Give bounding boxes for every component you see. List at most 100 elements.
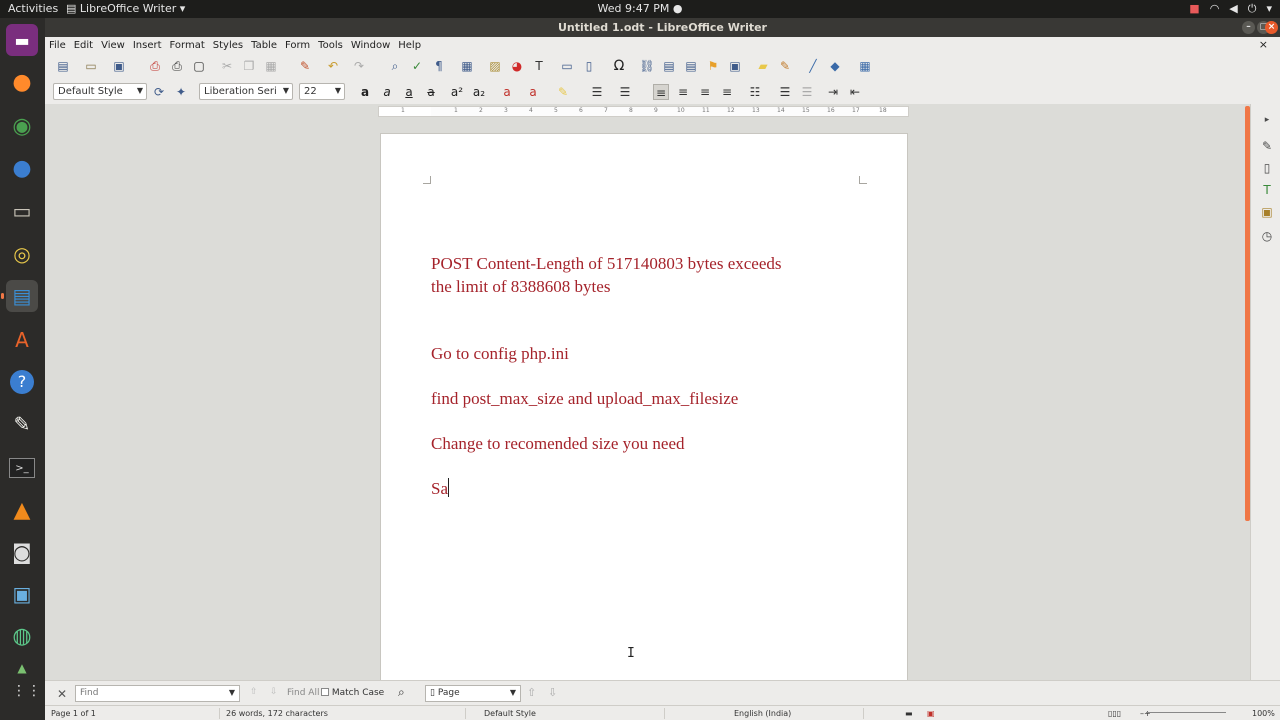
paste-icon[interactable]: ▦ bbox=[263, 58, 279, 74]
close-icon[interactable]: ✕ bbox=[57, 687, 67, 701]
decrease-indent-icon[interactable]: ⇤ bbox=[847, 84, 863, 100]
align-right-icon[interactable]: ≡ bbox=[697, 84, 713, 100]
window-title-bar[interactable]: Untitled 1.odt - LibreOffice Writer – ▢ … bbox=[45, 18, 1280, 37]
zoom-level[interactable]: 100% bbox=[1252, 709, 1275, 718]
dock-android-studio[interactable]: ◍ bbox=[6, 620, 38, 652]
save-icon[interactable]: ▣ bbox=[111, 58, 127, 74]
print-icon[interactable]: ⎙ bbox=[169, 58, 185, 74]
doc-paragraph[interactable]: Go to config php.ini bbox=[431, 342, 569, 365]
justify-icon[interactable]: ≡ bbox=[719, 84, 735, 100]
insert-cross-reference-icon[interactable]: ▣ bbox=[727, 58, 743, 74]
line-spacing-icon[interactable]: ☷ bbox=[747, 84, 763, 100]
find-next-icon[interactable]: ⇩ bbox=[270, 687, 278, 697]
insert-endnote-icon[interactable]: ▤ bbox=[683, 58, 699, 74]
font-size-select[interactable]: 22 ▼ bbox=[299, 83, 345, 100]
dock-terminal[interactable]: >_ bbox=[6, 452, 38, 484]
align-center-icon[interactable]: ≡ bbox=[675, 84, 691, 100]
insert-line-icon[interactable]: ╱ bbox=[805, 58, 821, 74]
doc-paragraph[interactable]: Sa bbox=[431, 477, 449, 500]
find-all-button[interactable]: Find All bbox=[287, 688, 319, 698]
page-icon[interactable]: ▯ bbox=[1259, 160, 1275, 176]
find-replace-icon[interactable]: ⌕ bbox=[387, 58, 403, 74]
menu-edit[interactable]: Edit bbox=[70, 40, 97, 51]
clone-formatting-icon[interactable]: ✎ bbox=[297, 58, 313, 74]
insert-chart-icon[interactable]: ◕ bbox=[509, 58, 525, 74]
search-scope-select[interactable]: ▯ Page ▼ bbox=[425, 685, 521, 702]
superscript-icon[interactable]: a² bbox=[449, 84, 465, 100]
word-count-status[interactable]: 26 words, 172 characters bbox=[226, 709, 328, 718]
spelling-icon[interactable]: ✓ bbox=[409, 58, 425, 74]
insert-table-icon[interactable]: ▦ bbox=[459, 58, 475, 74]
language-status[interactable]: English (India) bbox=[734, 709, 791, 718]
print-preview-icon[interactable]: ▢ bbox=[191, 58, 207, 74]
menu-file[interactable]: File bbox=[45, 40, 70, 51]
gallery-icon[interactable]: ▣ bbox=[1259, 204, 1275, 220]
doc-paragraph[interactable]: find post_max_size and upload_max_filesi… bbox=[431, 387, 738, 410]
doc-paragraph[interactable]: Change to recomended size you need bbox=[431, 432, 685, 455]
close-button[interactable]: × bbox=[1265, 21, 1278, 34]
match-case-checkbox[interactable]: Match Case bbox=[321, 688, 384, 698]
formatting-marks-icon[interactable]: ¶ bbox=[431, 58, 447, 74]
minimize-button[interactable]: – bbox=[1242, 21, 1255, 34]
properties-icon[interactable]: ✎ bbox=[1259, 138, 1275, 154]
strikethrough-icon[interactable]: a bbox=[423, 84, 439, 100]
undo-icon[interactable]: ↶ bbox=[325, 58, 341, 74]
dock-rhythmbox[interactable]: ◎ bbox=[6, 238, 38, 270]
insert-page-break-icon[interactable]: ▭ bbox=[559, 58, 575, 74]
redo-icon[interactable]: ↷ bbox=[351, 58, 367, 74]
paragraph-style-select[interactable]: Default Style ▼ bbox=[53, 83, 147, 100]
new-document-icon[interactable]: ▤ bbox=[55, 58, 71, 74]
increase-paragraph-spacing-icon[interactable]: ☰ bbox=[777, 84, 793, 100]
show-applications-icon[interactable]: ⋮⋮⋮ bbox=[12, 684, 56, 708]
dock-screenshot[interactable]: ▣ bbox=[6, 578, 38, 610]
underline-icon[interactable]: a bbox=[401, 84, 417, 100]
styles-icon[interactable]: T bbox=[1259, 182, 1275, 198]
dock-firefox[interactable]: ● bbox=[6, 66, 38, 98]
export-pdf-icon[interactable]: ⎙ bbox=[147, 58, 163, 74]
menu-window[interactable]: Window bbox=[347, 40, 394, 51]
insert-textbox-icon[interactable]: T bbox=[531, 58, 547, 74]
insert-mode-icon[interactable]: ▬ bbox=[905, 709, 913, 718]
insert-footnote-icon[interactable]: ▤ bbox=[661, 58, 677, 74]
new-style-icon[interactable]: ✦ bbox=[173, 84, 189, 100]
dock-help[interactable]: ? bbox=[6, 366, 38, 398]
special-character-icon[interactable]: Ω bbox=[611, 58, 627, 74]
copy-icon[interactable]: ❐ bbox=[241, 58, 257, 74]
dock-extra[interactable]: ▲ bbox=[6, 658, 38, 678]
menu-table[interactable]: Table bbox=[247, 40, 281, 51]
subscript-icon[interactable]: a₂ bbox=[471, 84, 487, 100]
insert-hyperlink-icon[interactable]: ⛓ bbox=[639, 58, 655, 74]
italic-icon[interactable]: a bbox=[379, 84, 395, 100]
sidebar-menu-icon[interactable]: ▸ bbox=[1259, 112, 1275, 128]
update-style-icon[interactable]: ⟳ bbox=[151, 84, 167, 100]
menu-tools[interactable]: Tools bbox=[314, 40, 347, 51]
document-page[interactable]: POST Content-Length of 517140803 bytes e… bbox=[380, 133, 908, 693]
dock-thunderbird[interactable]: ● bbox=[6, 152, 38, 184]
document-modified-icon[interactable]: ▣ bbox=[927, 709, 935, 718]
font-name-select[interactable]: Liberation Seri ▼ bbox=[199, 83, 293, 100]
view-layout-icon[interactable]: ▯▯▯ bbox=[1108, 709, 1121, 718]
scope-previous-icon[interactable]: ⇧ bbox=[527, 686, 536, 699]
zoom-slider[interactable]: – + bbox=[1140, 709, 1240, 718]
dock-vlc[interactable]: ▲ bbox=[6, 494, 38, 526]
highlighting-icon[interactable]: ✎ bbox=[555, 84, 571, 100]
dock-files[interactable]: ▭ bbox=[6, 195, 38, 227]
find-replace-icon[interactable]: ⌕ bbox=[398, 685, 405, 700]
dock-software-center[interactable]: A bbox=[6, 324, 38, 356]
menu-form[interactable]: Form bbox=[281, 40, 314, 51]
align-left-icon[interactable]: ≡ bbox=[653, 84, 669, 100]
menu-format[interactable]: Format bbox=[166, 40, 209, 51]
insert-field-icon[interactable]: ▯ bbox=[581, 58, 597, 74]
dock-writer[interactable]: ▤ bbox=[1, 280, 38, 312]
insert-comment-icon[interactable]: ▰ bbox=[755, 58, 771, 74]
doc-paragraph[interactable]: POST Content-Length of 517140803 bytes e… bbox=[431, 252, 782, 298]
system-tray[interactable]: ■ ◠ ◀ ⏻ ▾ bbox=[1189, 2, 1272, 16]
page-count-status[interactable]: Page 1 of 1 bbox=[51, 709, 96, 718]
dock-text-editor[interactable]: ✎ bbox=[6, 408, 38, 440]
decrease-paragraph-spacing-icon[interactable]: ☰ bbox=[799, 84, 815, 100]
clock[interactable]: Wed 9:47 PM ● bbox=[0, 2, 1280, 15]
increase-indent-icon[interactable]: ⇥ bbox=[825, 84, 841, 100]
find-previous-icon[interactable]: ⇧ bbox=[250, 687, 258, 697]
navigator-icon[interactable]: ◷ bbox=[1259, 228, 1275, 244]
insert-image-icon[interactable]: ▨ bbox=[487, 58, 503, 74]
